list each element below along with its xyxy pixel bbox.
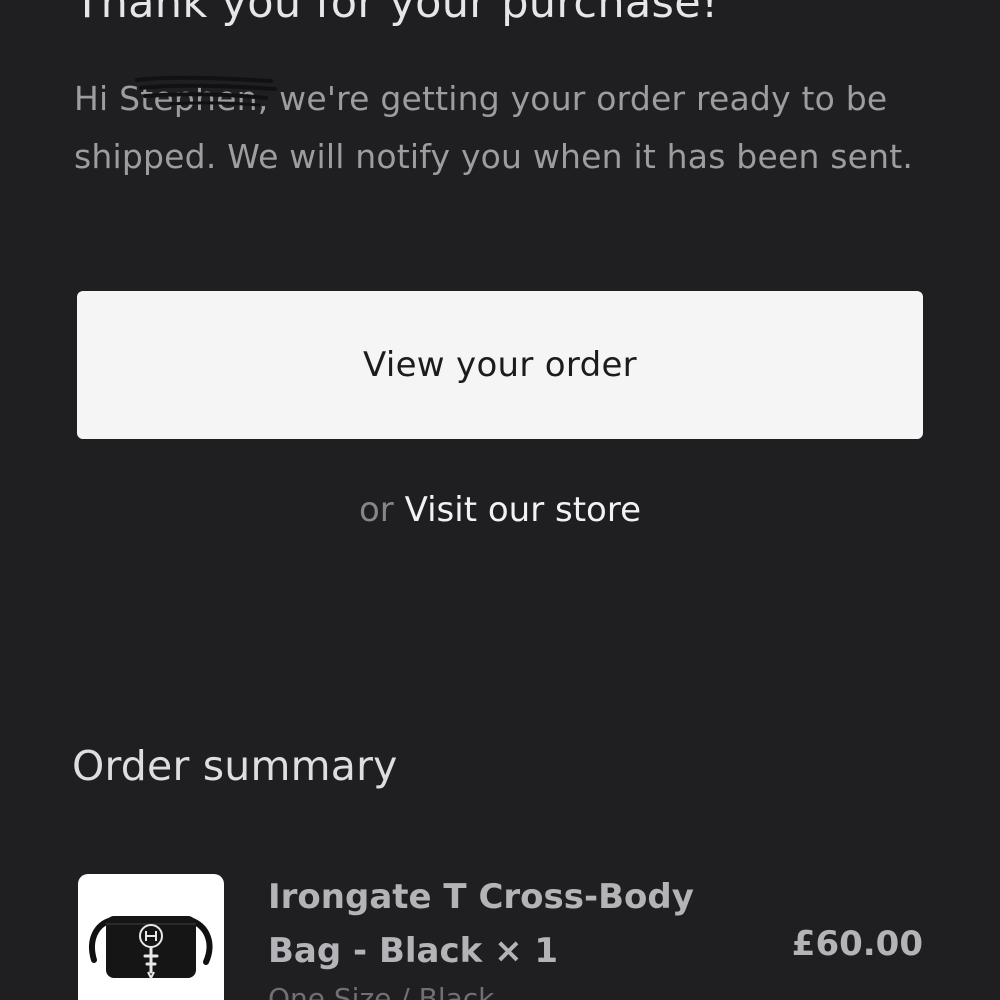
bag-icon [89, 916, 213, 981]
product-price: £60.00 [791, 924, 923, 964]
view-order-button[interactable]: View your order [77, 291, 923, 439]
page-title: Thank you for your purchase! [74, 0, 719, 28]
view-order-label: View your order [363, 345, 637, 385]
product-variant: One Size / Black [268, 982, 495, 1000]
order-summary-heading: Order summary [72, 742, 398, 790]
confirmation-message: Hi Stephen , we're getting your order re… [74, 70, 934, 186]
greeting-text: Hi [74, 79, 120, 118]
store-link-line: or Visit our store [0, 490, 1000, 530]
customer-name-wrap: Stephen [119, 70, 278, 128]
product-name: Irongate T Cross-Body Bag - Black × 1 [268, 877, 694, 971]
or-text: or [359, 490, 394, 530]
order-confirmation-page: Thank you for your purchase! Hi Stephen … [0, 0, 1000, 1000]
visit-store-link[interactable]: Visit our store [405, 490, 641, 530]
customer-name: Stephen [119, 79, 258, 118]
product-thumbnail [78, 874, 224, 1000]
